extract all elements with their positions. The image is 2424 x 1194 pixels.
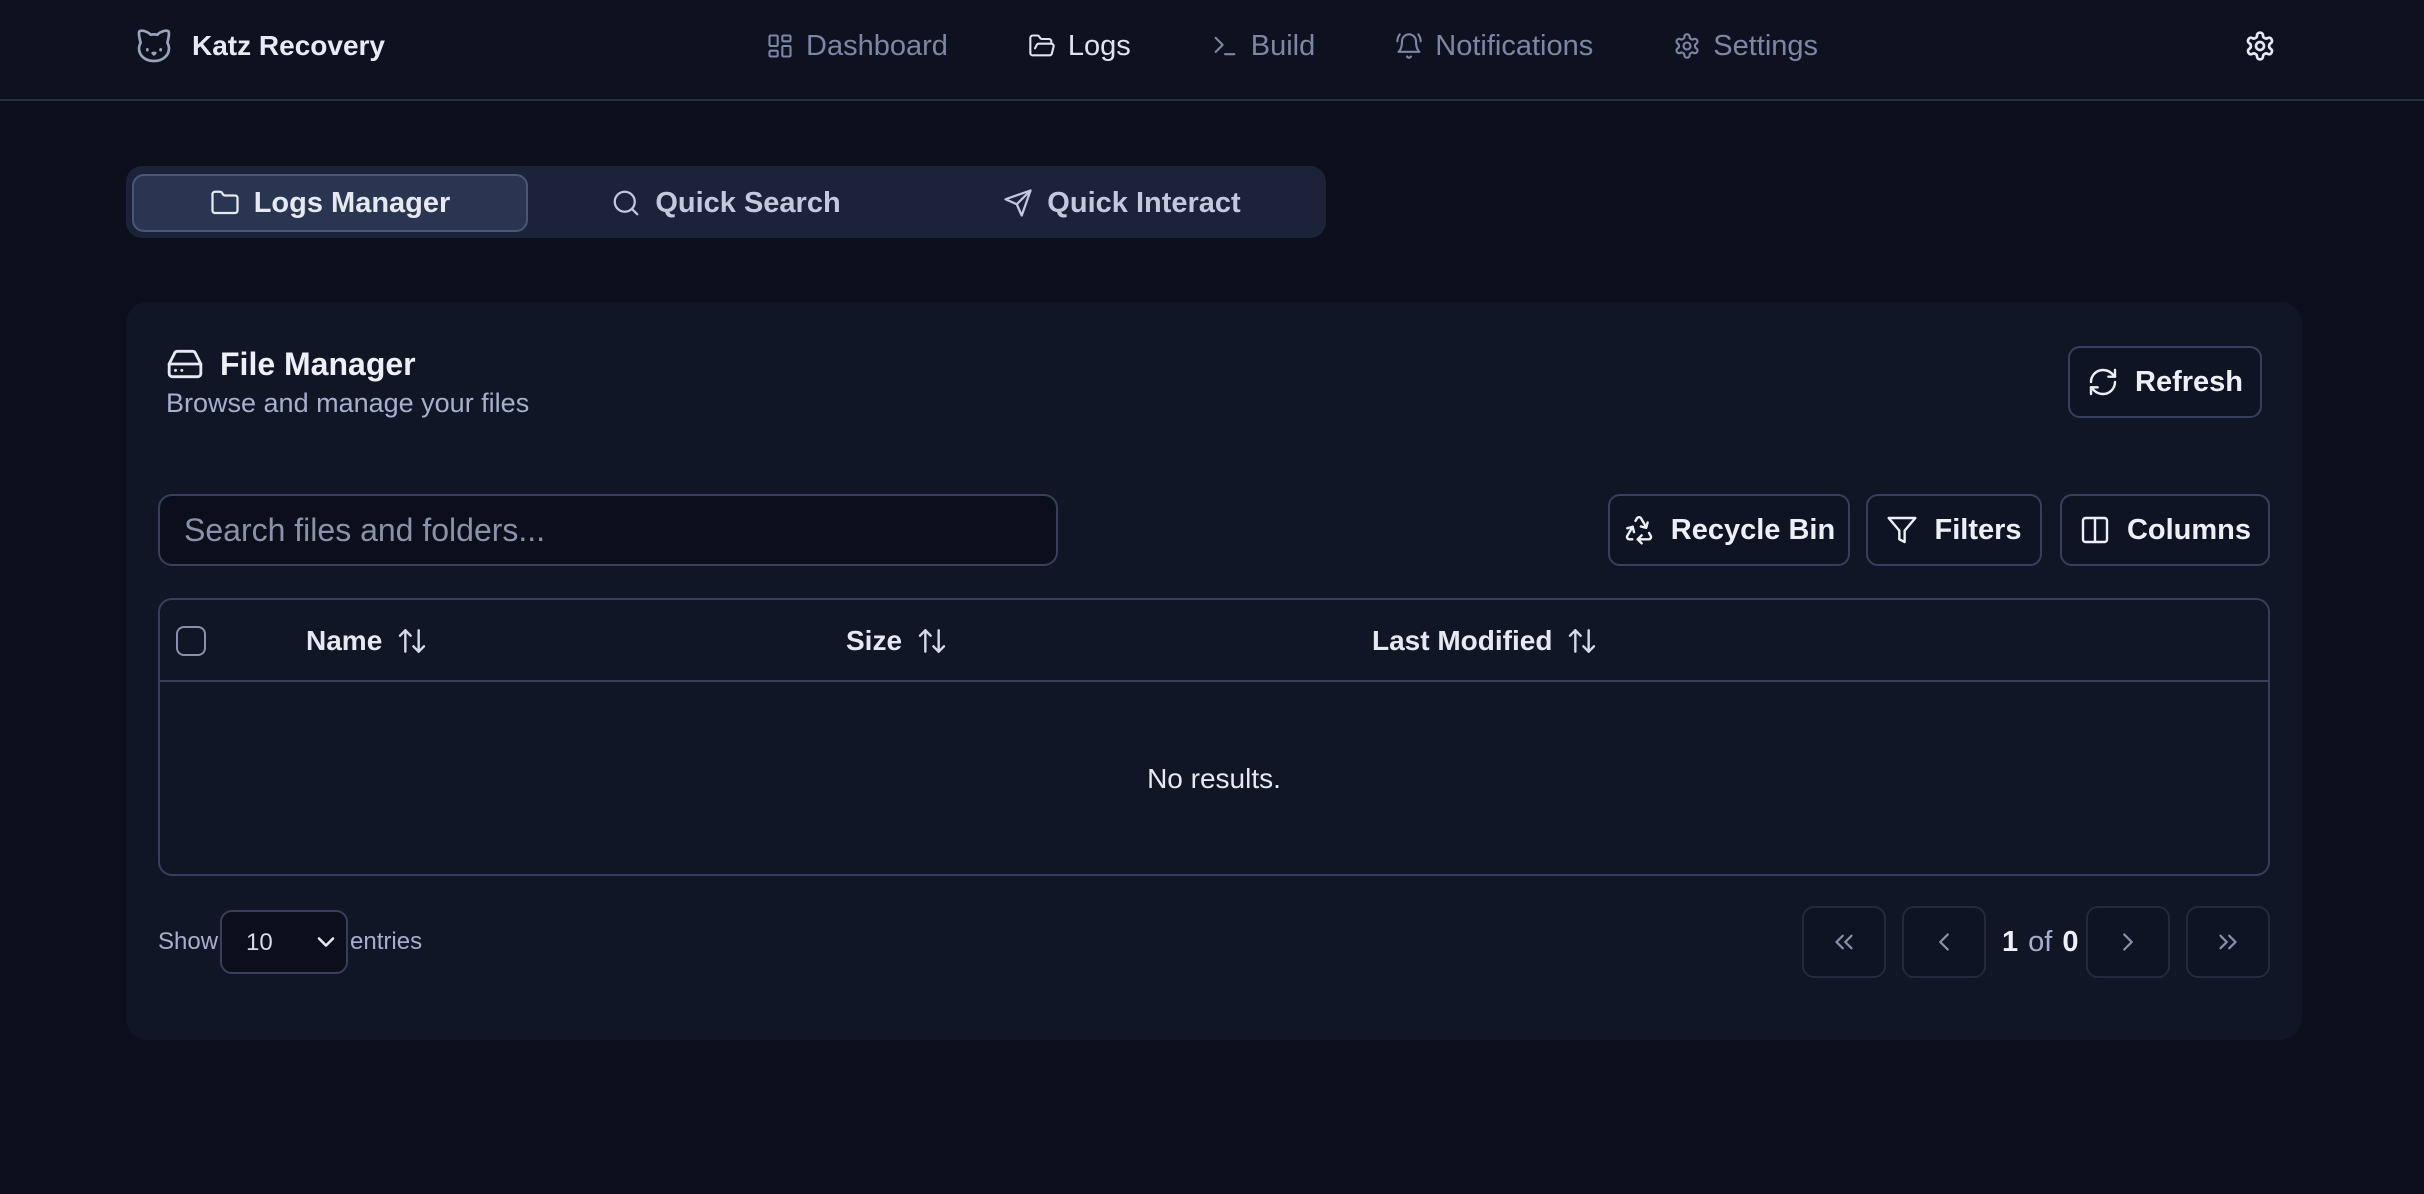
nav-item-label: Notifications [1435, 29, 1594, 62]
page-size-select[interactable]: 102050100 [220, 910, 349, 974]
page-indicator: 1 of 0 [2002, 906, 2078, 978]
current-page: 1 [2002, 925, 2019, 958]
search-icon [611, 188, 641, 218]
hard-drive-icon [166, 345, 204, 383]
tab-label: Quick Search [655, 186, 841, 219]
send-icon [1003, 188, 1033, 218]
columns-button[interactable]: Columns [2060, 494, 2270, 566]
file-manager-card: File Manager Browse and manage your file… [126, 302, 2302, 1040]
gear-icon [1673, 32, 1701, 60]
column-header-size[interactable]: Size [846, 600, 948, 682]
nav-item-label: Dashboard [806, 29, 948, 62]
card-header: File Manager [166, 344, 416, 384]
terminal-icon [1211, 32, 1239, 60]
next-page-button[interactable] [2086, 906, 2170, 978]
show-label: Show [158, 928, 219, 955]
top-navbar: Katz Recovery Dashboard Logs Build Notif… [0, 0, 2424, 101]
card-subtitle: Browse and manage your files [166, 388, 530, 418]
app-name: Katz Recovery [192, 30, 385, 61]
filters-label: Filters [1934, 513, 2022, 546]
nav-item-build[interactable]: Build [1211, 26, 1316, 66]
nav-item-notifications[interactable]: Notifications [1395, 26, 1593, 66]
brand[interactable]: Katz Recovery [134, 26, 385, 66]
chevrons-left-icon [1829, 927, 1859, 957]
view-tabs: Logs Manager Quick Search Quick Interact [126, 166, 1326, 238]
nav-item-label: Settings [1713, 29, 1819, 62]
total-pages: 0 [2062, 925, 2079, 958]
previous-page-button[interactable] [1902, 906, 1986, 978]
card-title: File Manager [220, 345, 416, 382]
page-size-control: Show 102050100 entries [158, 910, 422, 974]
sort-arrows-icon [396, 625, 428, 657]
search-input[interactable] [158, 494, 1058, 566]
column-label: Size [846, 625, 903, 656]
folder-icon [210, 188, 240, 218]
columns-icon [2079, 514, 2111, 546]
column-header-last-modified[interactable]: Last Modified [1372, 600, 1598, 682]
chevrons-right-icon [2213, 927, 2243, 957]
cat-logo-icon [134, 26, 174, 66]
recycle-bin-label: Recycle Bin [1670, 513, 1836, 546]
nav-item-dashboard[interactable]: Dashboard [766, 26, 948, 66]
last-page-button[interactable] [2186, 906, 2270, 978]
sort-arrows-icon [1566, 625, 1598, 657]
empty-state-text: No results. [1147, 763, 1281, 794]
bell-ring-icon [1395, 32, 1423, 60]
nav-item-settings[interactable]: Settings [1673, 26, 1818, 66]
files-table: Name Size Last Modified No results. [158, 598, 2270, 876]
columns-label: Columns [2126, 513, 2252, 546]
refresh-button[interactable]: Refresh [2068, 346, 2262, 418]
chevron-right-icon [2113, 927, 2143, 957]
column-label: Name [306, 625, 383, 656]
settings-gear-icon[interactable] [2244, 30, 2276, 62]
refresh-icon [2087, 366, 2119, 398]
tab-label: Quick Interact [1047, 186, 1241, 219]
dashboard-icon [766, 32, 794, 60]
recycle-bin-button[interactable]: Recycle Bin [1608, 494, 1850, 566]
of-label: of [2028, 925, 2053, 958]
filter-icon [1886, 514, 1918, 546]
page-size-select-wrapper: 102050100 [218, 910, 350, 974]
column-label: Last Modified [1372, 625, 1553, 656]
tab-label: Logs Manager [253, 186, 451, 219]
nav-item-label: Logs [1067, 29, 1131, 62]
chevron-left-icon [1929, 927, 1959, 957]
folder-open-icon [1028, 32, 1056, 60]
tab-logs-manager[interactable]: Logs Manager [132, 174, 528, 232]
tab-quick-search[interactable]: Quick Search [528, 174, 924, 232]
first-page-button[interactable] [1802, 906, 1886, 978]
nav-item-label: Build [1250, 29, 1316, 62]
tab-quick-interact[interactable]: Quick Interact [924, 174, 1320, 232]
nav-item-logs[interactable]: Logs [1028, 26, 1131, 66]
sort-arrows-icon [916, 625, 948, 657]
filters-button[interactable]: Filters [1866, 494, 2042, 566]
entries-label: entries [350, 928, 423, 955]
recycle-icon [1623, 514, 1655, 546]
refresh-label: Refresh [2135, 365, 2243, 398]
table-header: Name Size Last Modified [160, 600, 2268, 682]
main-nav: Dashboard Logs Build Notifications Setti… [766, 26, 1898, 66]
select-all-checkbox[interactable] [176, 626, 206, 656]
column-header-name[interactable]: Name [306, 600, 428, 682]
